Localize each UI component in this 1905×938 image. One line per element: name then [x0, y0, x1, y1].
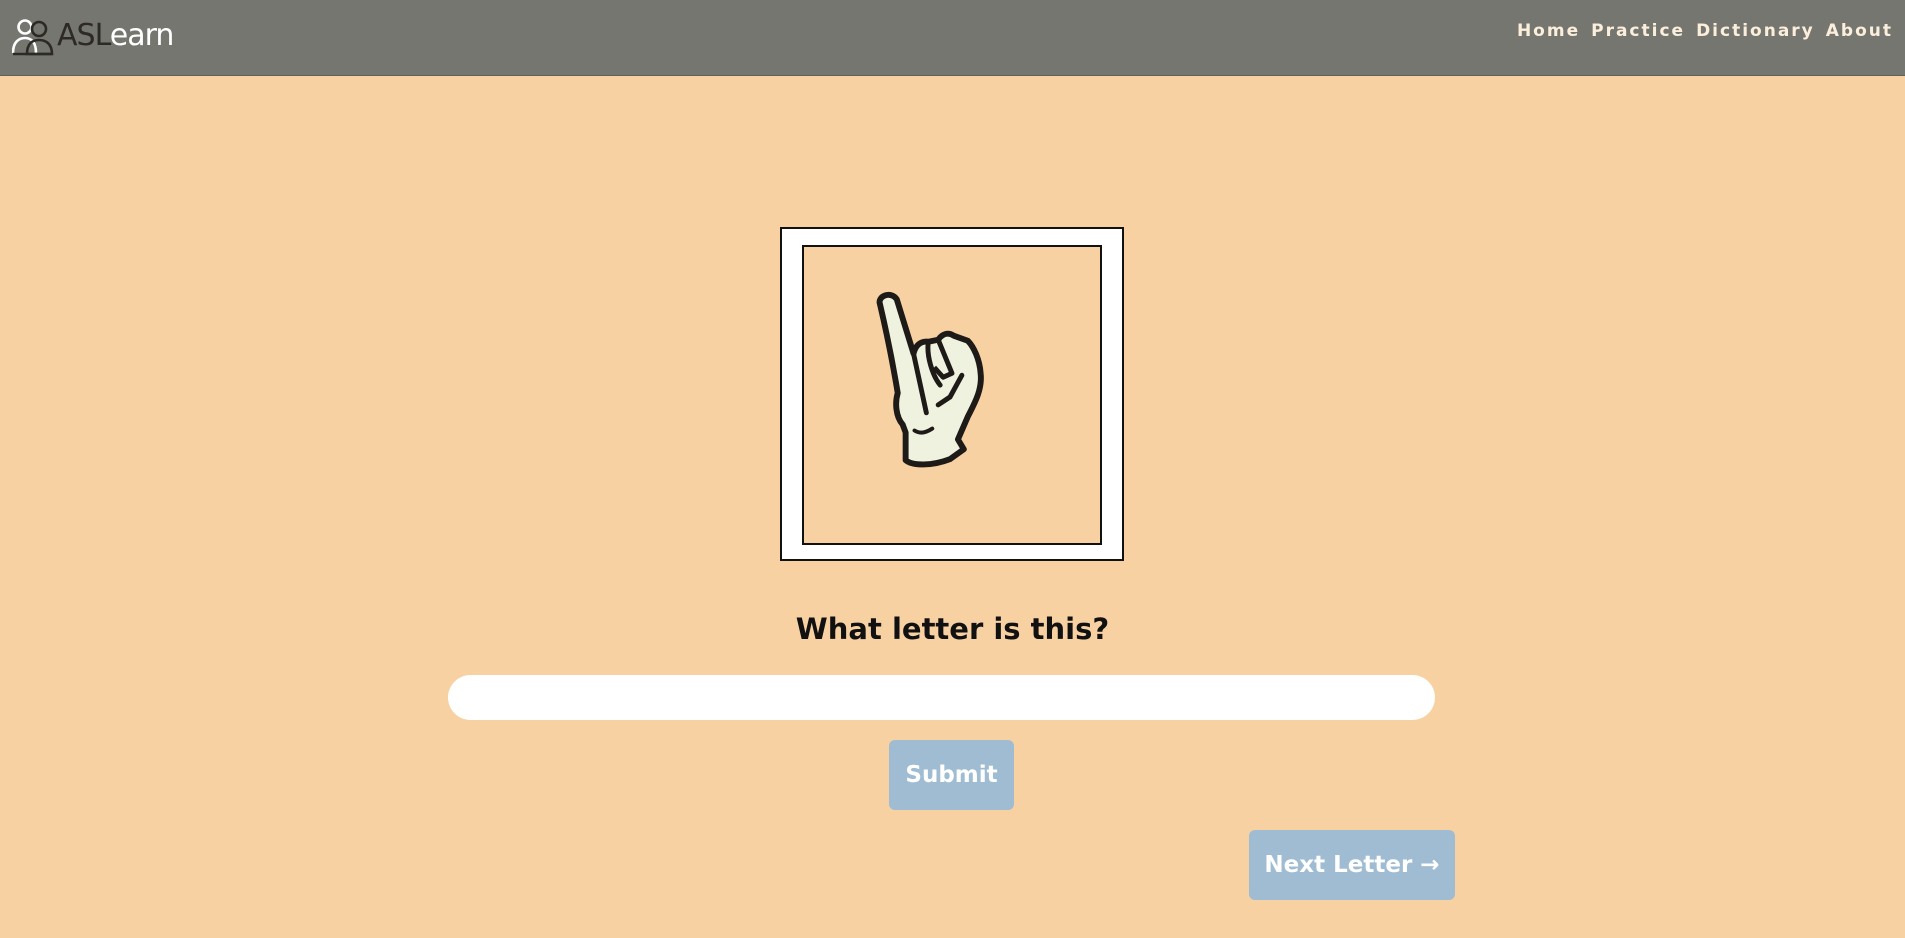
sign-image-frame [780, 227, 1124, 561]
brand-logo[interactable]: ASLearn [12, 14, 175, 58]
question-heading: What letter is this? [795, 612, 1110, 646]
nav-link-dictionary[interactable]: Dictionary [1696, 21, 1815, 41]
sign-image-box [802, 245, 1102, 545]
brand-text-earn: earn [109, 18, 175, 53]
next-letter-button[interactable]: Next Letter → [1249, 830, 1455, 900]
nav-link-home[interactable]: Home [1517, 21, 1580, 41]
submit-button[interactable]: Submit [889, 740, 1014, 810]
navbar: ASLearn Home Practice Dictionary About [0, 0, 1905, 76]
answer-input[interactable] [448, 675, 1435, 720]
nav-link-about[interactable]: About [1826, 21, 1893, 41]
asl-hand-sign-i-icon [876, 291, 984, 468]
brand-text-asl: ASL [57, 18, 111, 53]
people-icon [12, 19, 54, 56]
nav-link-practice[interactable]: Practice [1591, 21, 1685, 41]
brand-name: ASLearn [57, 18, 175, 53]
nav-menu: Home Practice Dictionary About [1517, 21, 1893, 41]
